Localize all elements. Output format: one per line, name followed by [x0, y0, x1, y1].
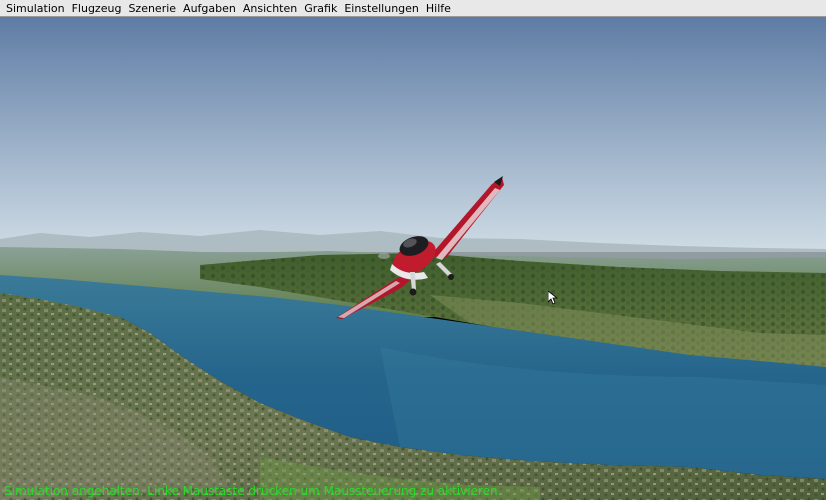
sky [0, 17, 826, 252]
menu-szenerie[interactable]: Szenerie [126, 0, 181, 17]
mouse-pointer-icon [548, 291, 558, 305]
menu-flugzeug[interactable]: Flugzeug [70, 0, 127, 17]
status-message: Simulation angehalten. Linke Maustaste d… [4, 484, 498, 498]
menu-simulation[interactable]: Simulation [4, 0, 70, 17]
menu-grafik[interactable]: Grafik [302, 0, 342, 17]
menu-bar: Simulation Flugzeug Szenerie Aufgaben An… [0, 0, 826, 17]
menu-hilfe[interactable]: Hilfe [424, 0, 456, 17]
menu-einstellungen[interactable]: Einstellungen [342, 0, 424, 17]
simulator-3d-view[interactable] [0, 17, 826, 500]
menu-ansichten[interactable]: Ansichten [241, 0, 302, 17]
menu-aufgaben[interactable]: Aufgaben [181, 0, 241, 17]
